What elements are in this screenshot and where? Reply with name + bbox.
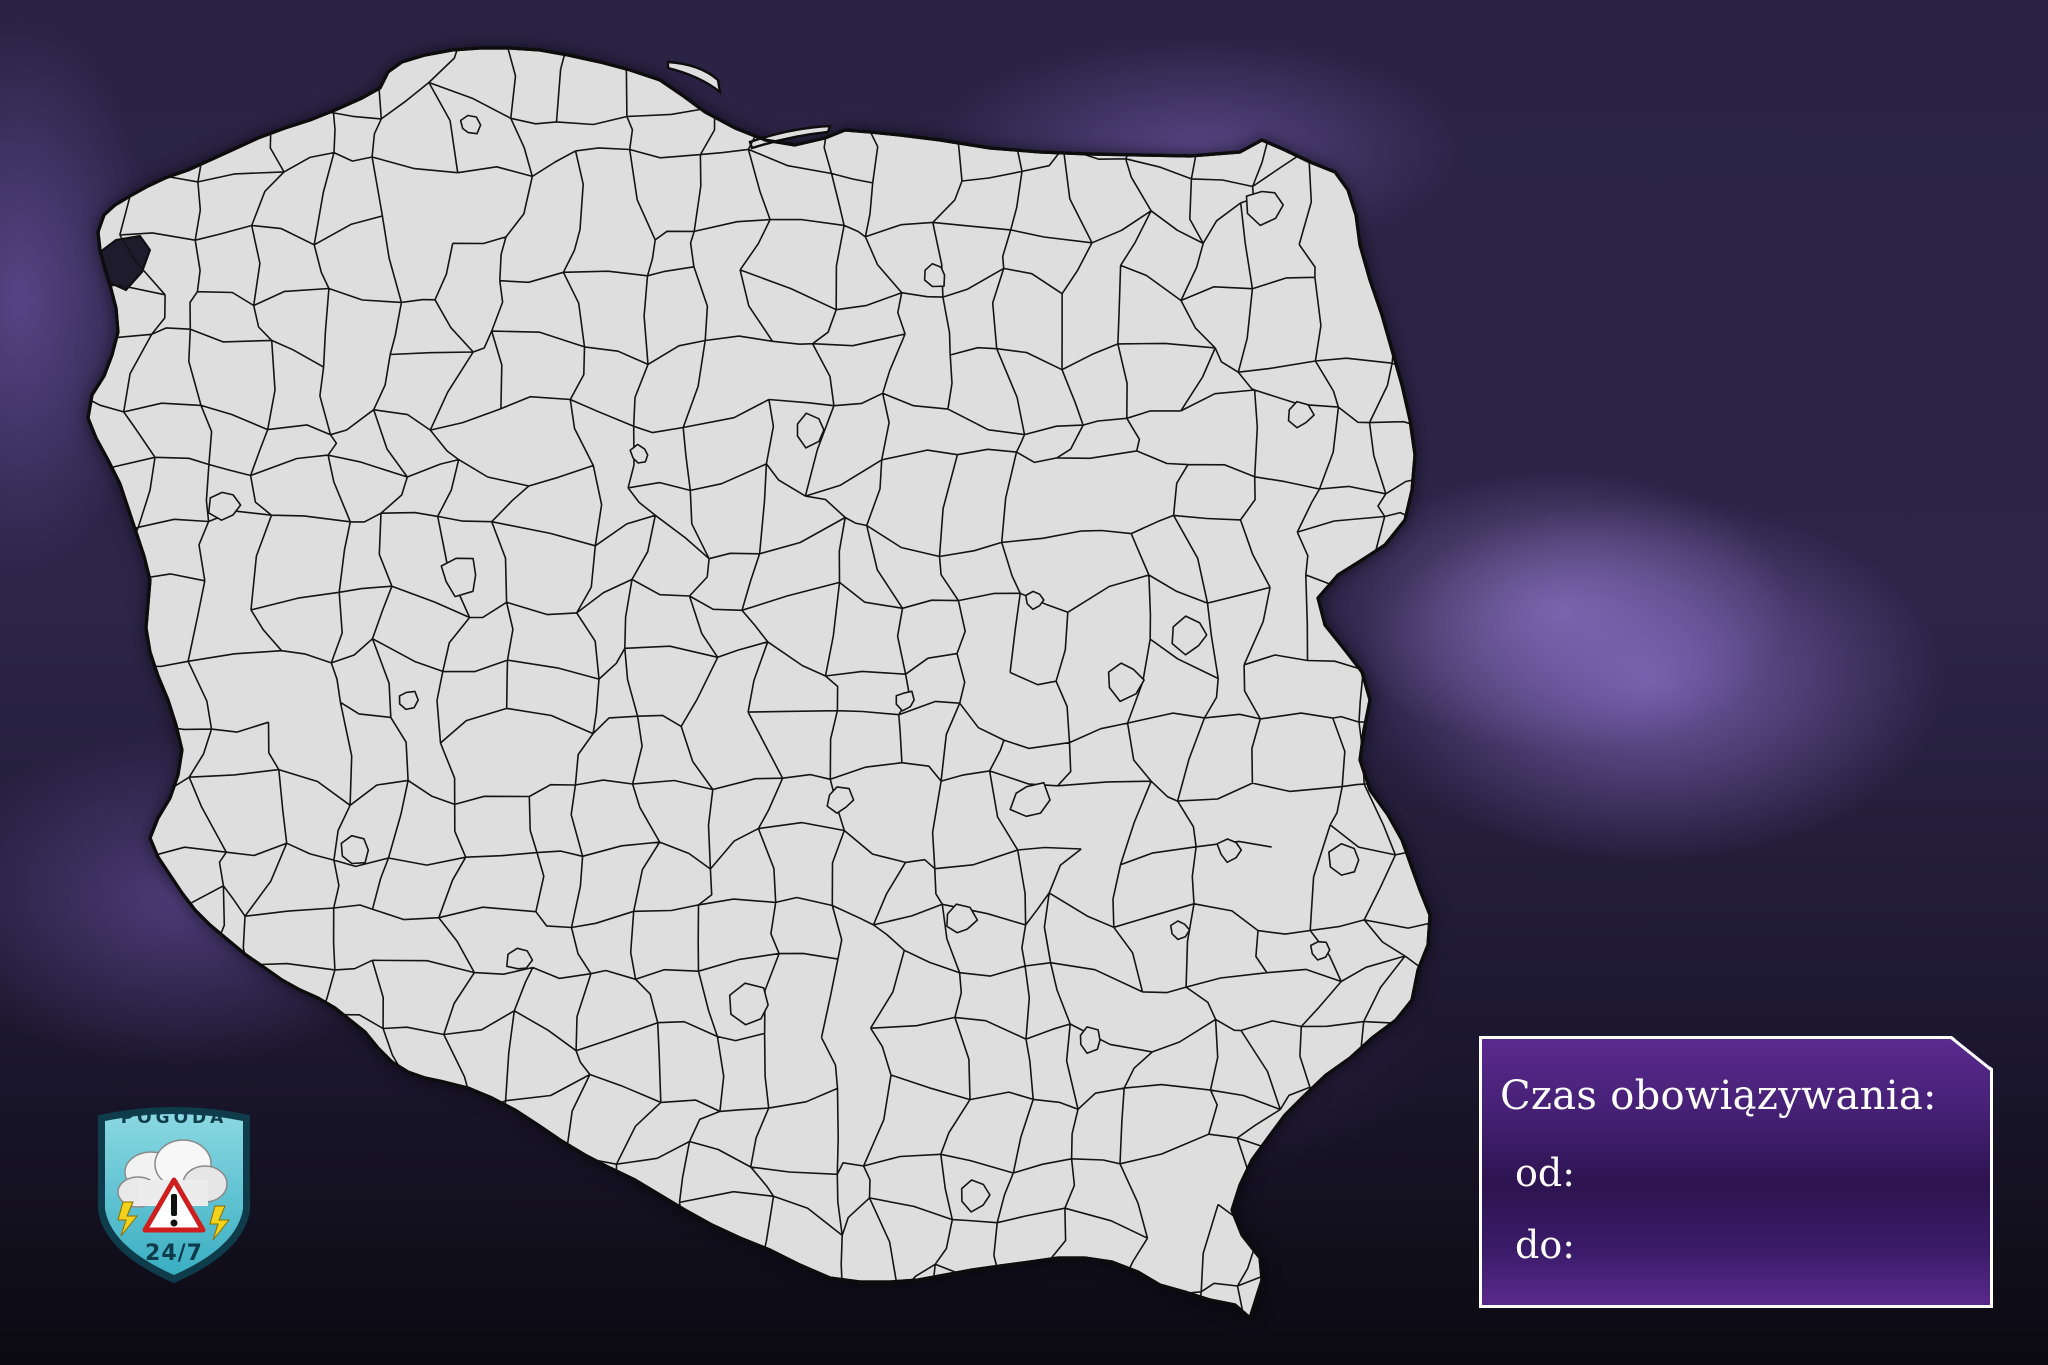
logo-bottom-text: 24/7 bbox=[145, 1241, 203, 1266]
hel-peninsula bbox=[666, 60, 722, 95]
city-county bbox=[1079, 1026, 1101, 1054]
pogoda-24-7-logo: POGODA 24/7 bbox=[93, 1102, 255, 1286]
city-county bbox=[398, 690, 419, 711]
country-outline bbox=[86, 46, 1432, 1320]
validity-info-box: Czas obowiązywania: od: do: bbox=[1479, 1036, 1993, 1308]
city-county bbox=[340, 834, 370, 865]
validity-title: Czas obowiązywania: bbox=[1500, 1073, 1937, 1119]
valid-from-label: od: bbox=[1515, 1151, 1576, 1195]
city-county bbox=[923, 262, 946, 288]
valid-to-label: do: bbox=[1515, 1223, 1576, 1267]
logo-top-text: POGODA bbox=[120, 1108, 228, 1128]
